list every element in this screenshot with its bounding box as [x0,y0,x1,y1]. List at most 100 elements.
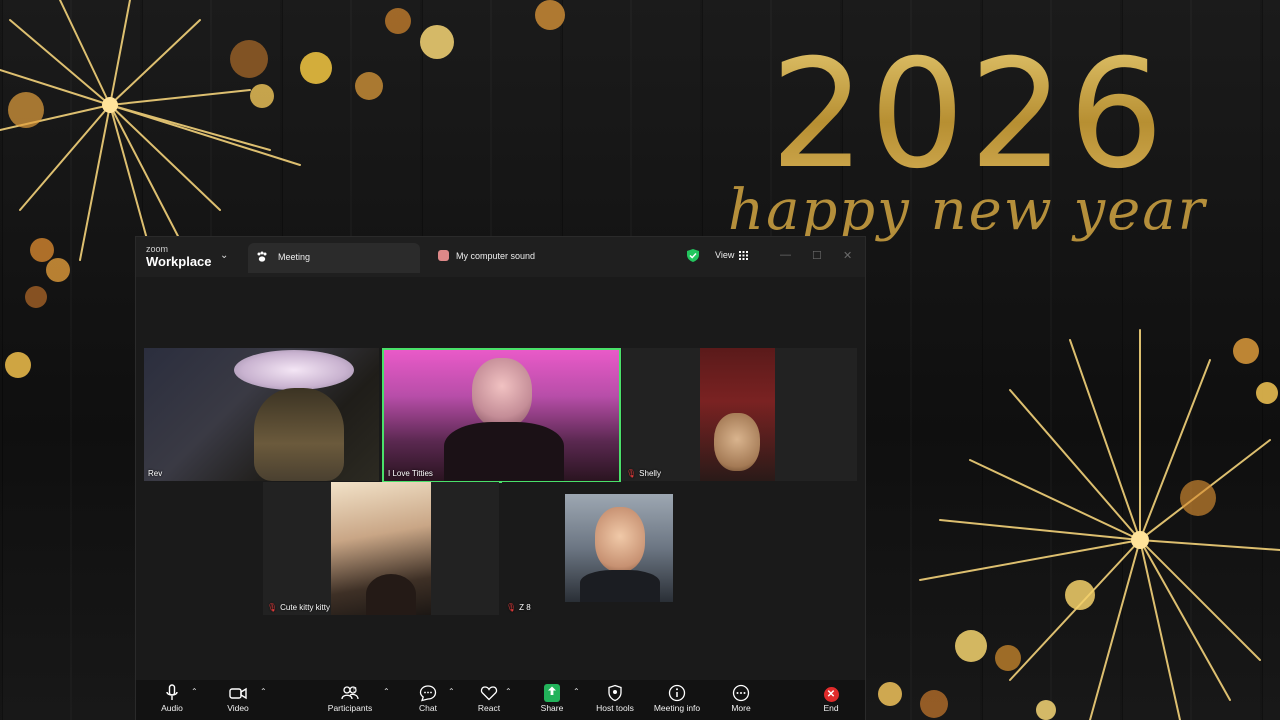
video-feed [595,507,645,572]
end-call-icon: ✕ [823,687,839,702]
participant-name: 🎙 Z 8 [506,603,531,612]
meeting-info-label: Meeting info [653,703,701,713]
meeting-info-button[interactable]: Meeting info [651,684,703,713]
wallpaper-greeting-text: happy new year [728,178,1207,243]
chat-options-chevron-icon[interactable]: ⌃ [448,687,455,696]
bokeh-light [230,40,268,78]
participant-name: I Love Titties [388,469,433,478]
chat-button[interactable]: Chat [416,684,440,713]
video-feed [234,350,354,390]
more-dots-icon [732,684,750,702]
video-feed [366,574,416,615]
participants-label: Participants [327,703,373,713]
audio-label: Audio [161,703,183,713]
heart-icon [480,686,498,701]
video-feed [580,570,660,602]
bokeh-light [385,8,411,34]
participant-tile-z8[interactable]: 🎙 Z 8 [502,482,737,615]
participants-options-chevron-icon[interactable]: ⌃ [383,687,390,696]
bokeh-light [250,84,274,108]
share-options-chevron-icon[interactable]: ⌃ [573,687,580,696]
video-feed [254,388,344,481]
bokeh-light [535,0,565,30]
video-feed [472,358,532,428]
participant-name: 🎙 Cute kitty kitty [267,603,330,612]
app-brand[interactable]: zoom Workplace [146,244,212,269]
video-feed [444,422,564,481]
bokeh-light [920,690,948,718]
participant-name: 🎙 Shelly [626,469,661,478]
grid-view-icon [739,251,748,260]
participant-tile-rev[interactable]: Rev [144,348,379,481]
bokeh-light [8,92,44,128]
share-arrow-icon [544,684,560,702]
more-button[interactable]: More [728,684,754,713]
video-label: Video [227,703,249,713]
minimize-icon[interactable]: — [780,249,791,261]
chat-label: Chat [419,703,437,713]
end-button[interactable]: ✕ End [819,684,843,713]
react-button[interactable]: React [476,684,502,713]
mic-muted-icon: 🎙 [626,469,637,478]
bokeh-light [300,52,332,84]
bokeh-light [355,72,383,100]
wallpaper-year-text: 2026 [770,28,1168,202]
video-options-chevron-icon[interactable]: ⌃ [260,687,267,696]
firework-bottom-right [919,329,1280,720]
bokeh-light [46,258,70,282]
participants-count: 5 [353,687,357,694]
participant-tile-active-speaker[interactable]: I Love Titties [382,348,621,483]
title-bar: zoom Workplace ⌄ Meeting My computer sou… [136,237,865,277]
react-options-chevron-icon[interactable]: ⌃ [505,687,512,696]
video-feed [714,413,760,471]
info-icon [668,684,686,702]
shield-icon [608,684,622,702]
participant-name: Rev [148,469,163,478]
chat-icon [419,685,437,702]
security-shield-icon[interactable] [687,249,699,262]
bokeh-light [878,682,902,706]
bokeh-light [420,25,454,59]
bokeh-light [1233,338,1259,364]
tab-meeting-label: Meeting [278,252,311,262]
brand-title: Workplace [146,254,212,269]
host-tools-label: Host tools [596,703,634,713]
tab-meeting[interactable]: Meeting [248,243,420,273]
brand-small-text: zoom [146,244,169,254]
bokeh-light [955,630,987,662]
video-camera-icon [229,687,247,700]
view-button-label: View [715,250,735,260]
close-icon[interactable]: ✕ [843,249,852,262]
participant-tile-cute-kitty-kitty[interactable]: 🎙 Cute kitty kitty [263,482,499,615]
video-button[interactable]: Video [224,684,252,713]
mic-muted-icon: 🎙 [506,603,517,612]
paw-icon [257,251,267,262]
bokeh-light [5,352,31,378]
bokeh-light [25,286,47,308]
share-button[interactable]: Share [539,684,565,713]
host-tools-button[interactable]: Host tools [593,684,637,713]
maximize-icon[interactable]: ☐ [812,249,822,262]
react-label: React [477,703,501,713]
mic-muted-icon: 🎙 [267,603,278,612]
video-gallery: Rev I Love Titties 🎙 Shelly 🎙 Cute kitty k… [136,277,865,680]
bokeh-light [1036,700,1056,720]
participants-button[interactable]: 5 Participants [324,684,376,713]
app-icon [438,250,449,261]
bokeh-light [1065,580,1095,610]
chevron-down-icon[interactable]: ⌄ [220,250,228,261]
share-label: Share [540,703,564,713]
more-label: More [731,703,751,713]
meeting-toolbar: Audio ⌃ Video ⌃ 5 Participants ⌃ Chat ⌃ … [136,680,865,720]
microphone-icon [166,684,178,700]
audio-button[interactable]: Audio [158,684,186,713]
bokeh-light [30,238,54,262]
zoom-meeting-window: zoom Workplace ⌄ Meeting My computer sou… [136,237,865,720]
bokeh-light [995,645,1021,671]
end-label: End [823,703,839,713]
bokeh-light [1256,382,1278,404]
bokeh-light [1180,480,1216,516]
audio-options-chevron-icon[interactable]: ⌃ [191,687,198,696]
participant-tile-shelly[interactable]: 🎙 Shelly [622,348,857,481]
tab-sound-label: My computer sound [456,251,536,261]
